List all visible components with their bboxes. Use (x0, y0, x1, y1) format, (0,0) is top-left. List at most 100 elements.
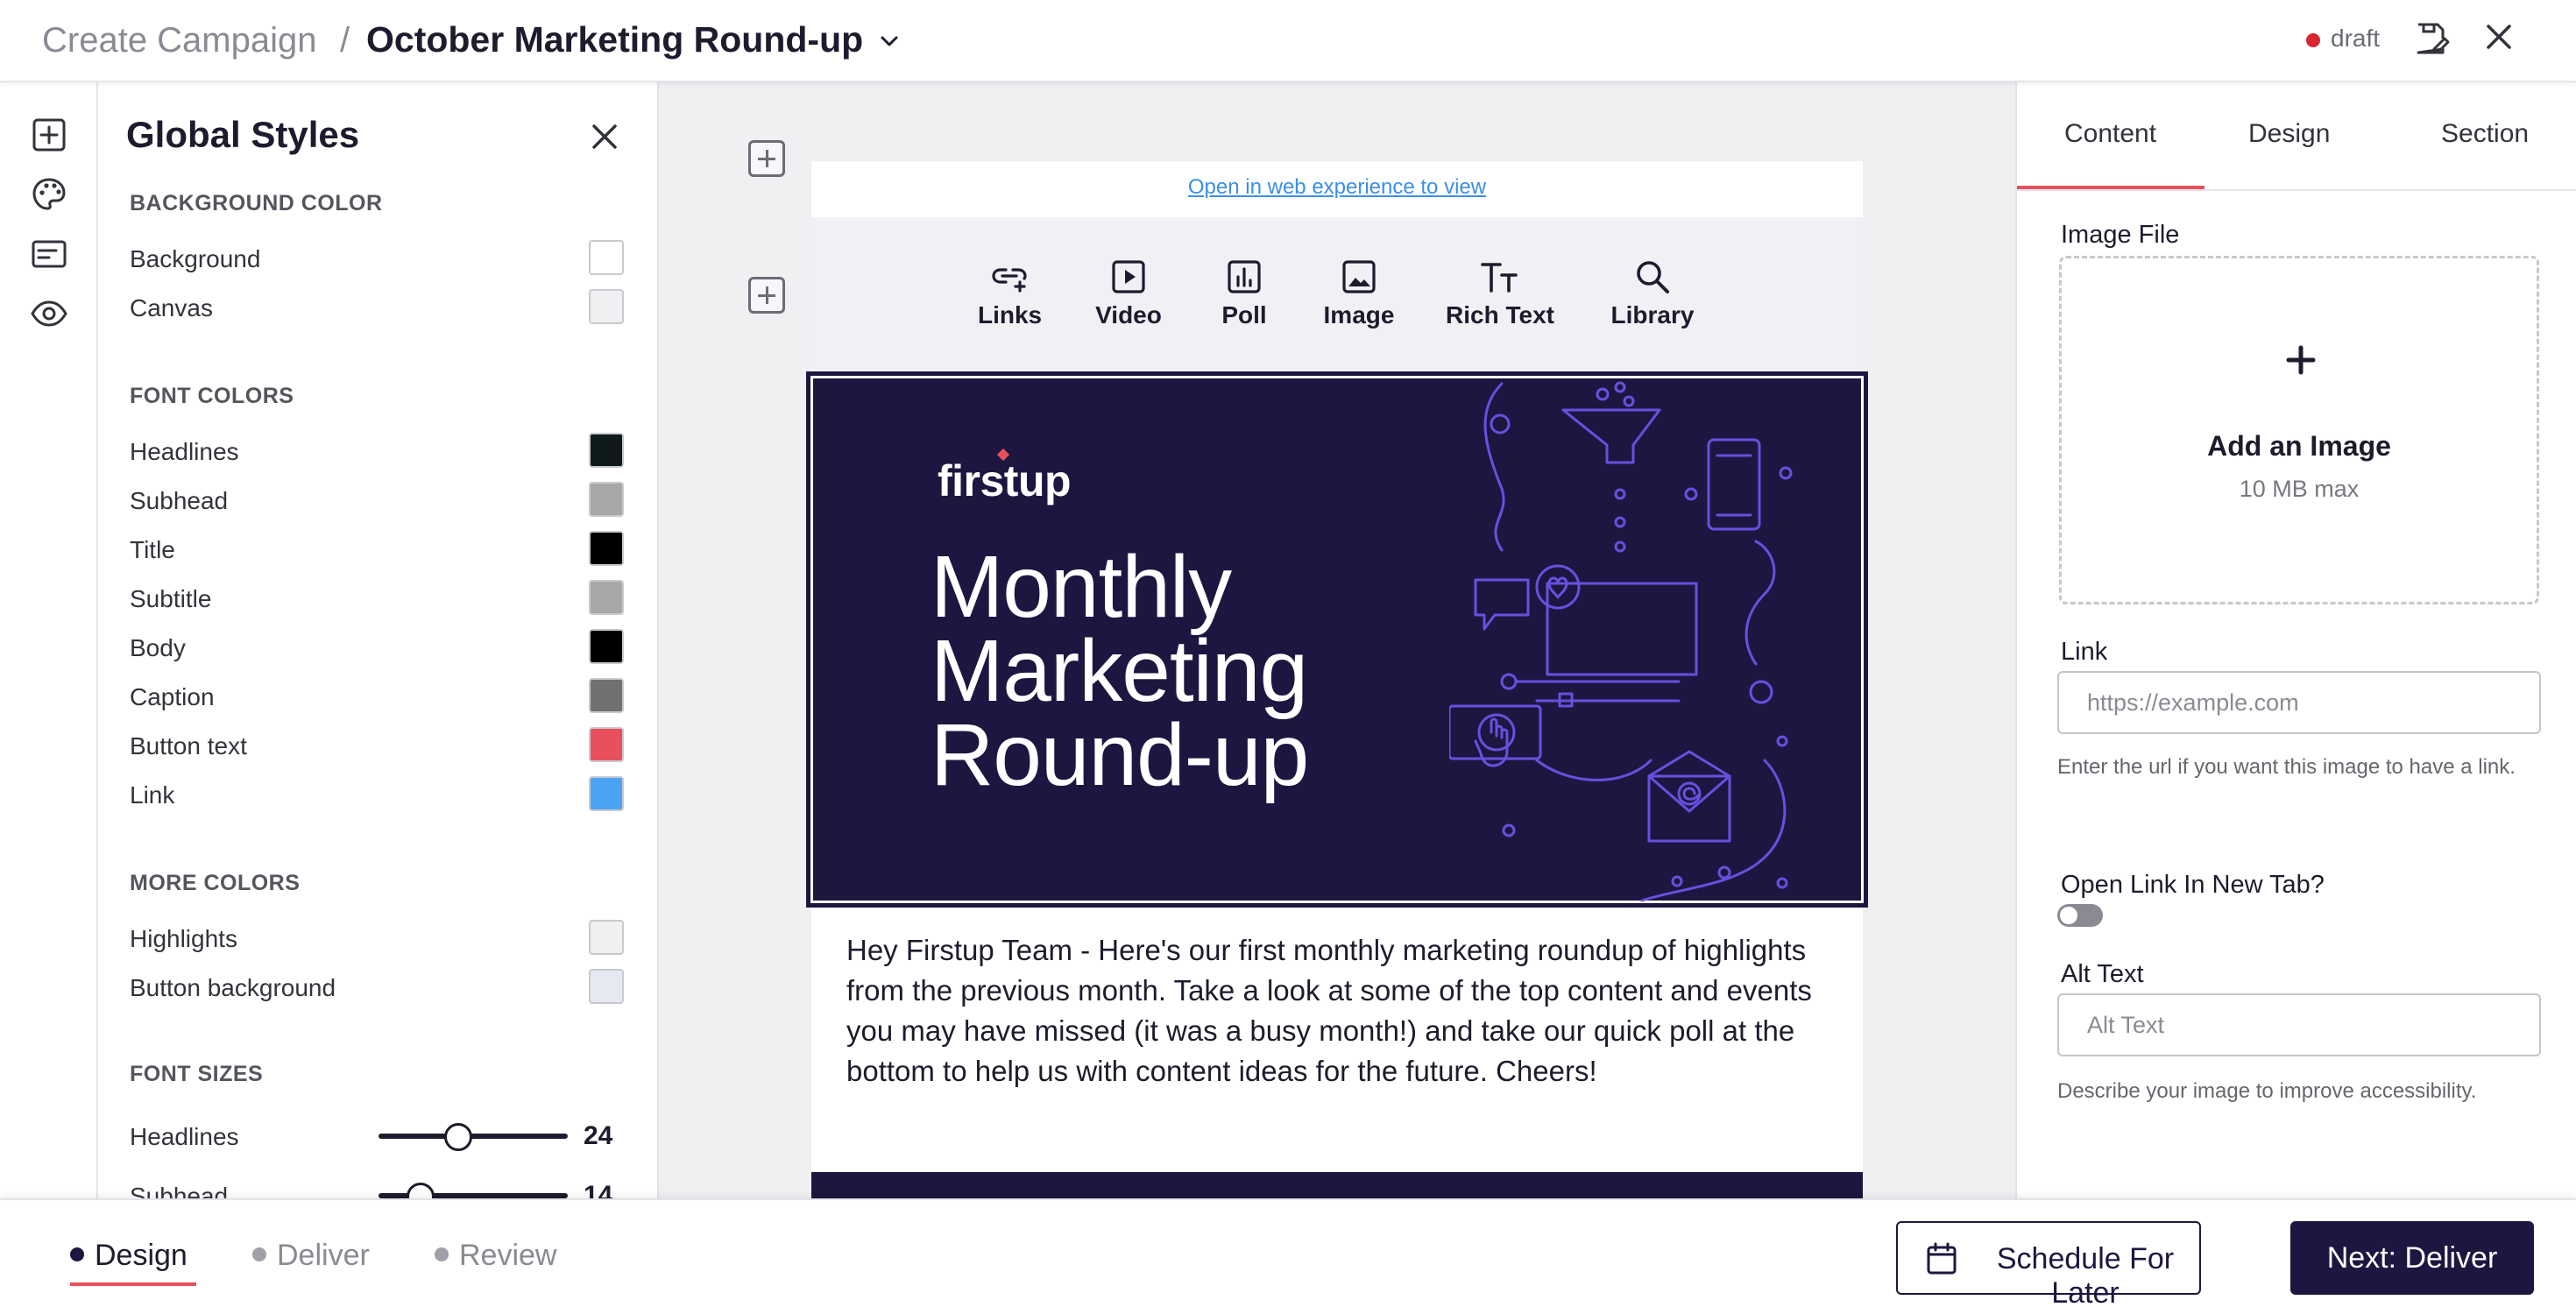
step-label: Deliver (277, 1239, 370, 1272)
block-poll[interactable]: Poll (1221, 256, 1267, 329)
tab-content[interactable]: Content (2064, 119, 2156, 149)
block-video[interactable]: Video (1093, 256, 1164, 329)
add-section-button[interactable] (748, 277, 785, 314)
slider-track[interactable] (379, 1134, 568, 1139)
color-row[interactable]: Link (130, 776, 624, 811)
color-swatch[interactable] (589, 289, 624, 324)
color-swatch[interactable] (589, 678, 624, 713)
color-swatch[interactable] (589, 482, 624, 517)
color-swatch[interactable] (589, 920, 624, 955)
add-block-icon[interactable] (30, 116, 68, 154)
campaign-title[interactable]: October Marketing Round-up (366, 19, 863, 60)
block-image[interactable]: Image (1320, 256, 1398, 329)
section-heading: BACKGROUND COLOR (130, 191, 383, 215)
email-body-text[interactable]: Hey Firstup Team - Here's our first mont… (846, 930, 1828, 1092)
color-row[interactable]: Body (130, 629, 624, 664)
panel-tabs: Content Design Section (2017, 82, 2576, 191)
color-row[interactable]: Highlights (130, 920, 624, 955)
color-label: Button background (130, 974, 336, 1001)
block-rich-text[interactable]: Rich Text (1446, 256, 1554, 329)
editor-canvas: Open in web experience to view Links Vid… (659, 82, 2015, 1198)
preview-eye-icon[interactable] (30, 294, 68, 333)
image-dropzone[interactable]: Add an Image 10 MB max (2059, 256, 2539, 604)
color-swatch[interactable] (589, 776, 624, 811)
color-row[interactable]: Background (130, 240, 624, 275)
step-design[interactable]: Design (70, 1239, 188, 1273)
step-label: Review (459, 1239, 557, 1272)
link-icon (992, 268, 1027, 293)
slider-handle[interactable] (443, 1123, 472, 1151)
max-size-label: 10 MB max (2239, 476, 2360, 502)
color-label: Button text (130, 732, 247, 759)
close-icon[interactable] (2481, 19, 2516, 54)
next-deliver-button[interactable]: Next: Deliver (2290, 1221, 2534, 1295)
color-swatch[interactable] (589, 240, 624, 275)
color-row[interactable]: Caption (130, 678, 624, 713)
color-row[interactable]: Canvas (130, 289, 624, 324)
panel-title: Global Styles (126, 114, 360, 155)
slider-label: Subhead (130, 1183, 229, 1198)
color-label: Headlines (130, 438, 239, 465)
tab-section[interactable]: Section (2441, 119, 2529, 149)
font-size-slider-row[interactable]: Headlines 24 (130, 1116, 624, 1155)
close-icon[interactable] (589, 121, 620, 152)
color-label: Background (130, 245, 261, 272)
link-input[interactable] (2057, 671, 2541, 734)
color-row[interactable]: Subtitle (130, 580, 624, 615)
hero-title-line: Marketing (931, 622, 1308, 720)
rich-text-icon (1481, 263, 1518, 293)
step-review[interactable]: Review (435, 1239, 556, 1273)
block-label: Links (978, 301, 1043, 329)
block-label: Image (1323, 301, 1395, 329)
color-swatch[interactable] (589, 969, 624, 1004)
hero-title-line: Round-up (931, 706, 1309, 804)
color-row[interactable]: Title (130, 531, 624, 566)
alt-text-input[interactable] (2057, 993, 2541, 1056)
color-swatch[interactable] (589, 727, 624, 762)
block-library[interactable]: Library (1610, 256, 1695, 329)
step-label: Design (95, 1239, 188, 1272)
color-row[interactable]: Headlines (130, 433, 624, 468)
color-row[interactable]: Subhead (130, 482, 624, 517)
section-heading: FONT SIZES (130, 1062, 264, 1086)
add-section-button[interactable] (748, 140, 785, 177)
palette-icon[interactable] (30, 175, 68, 214)
hero-image[interactable]: firstup Monthly Marketing Round-up (806, 371, 1868, 908)
block-label: Video (1095, 301, 1162, 329)
logo-text: firstup (938, 456, 1072, 505)
template-icon[interactable] (30, 235, 68, 273)
step-dot (252, 1247, 266, 1262)
color-swatch[interactable] (589, 580, 624, 615)
block-links[interactable]: Links (978, 256, 1043, 329)
add-image-label: Add an Image (2207, 430, 2391, 462)
next-section-preview (811, 1172, 1863, 1198)
color-row[interactable]: Button text (130, 727, 624, 762)
image-file-label: Image File (2061, 221, 2180, 249)
color-swatch[interactable] (589, 433, 624, 468)
block-picker: Links Video Poll Image Rich Text Library (811, 217, 1863, 371)
footer-bar: Design Deliver Review Schedule For Later… (0, 1198, 2576, 1307)
step-dot (70, 1247, 84, 1262)
hero-title: Monthly Marketing Round-up (931, 543, 1309, 804)
color-swatch[interactable] (589, 629, 624, 664)
font-size-slider-row[interactable]: Subhead 14 (130, 1176, 624, 1198)
link-help-text: Enter the url if you want this image to … (2057, 755, 2516, 779)
web-experience-link[interactable]: Open in web experience to view (811, 161, 1863, 217)
new-tab-label: Open Link In New Tab? (2061, 871, 2325, 899)
tab-design[interactable]: Design (2248, 119, 2330, 149)
save-icon[interactable] (2411, 19, 2450, 58)
chevron-down-icon[interactable] (876, 28, 902, 54)
schedule-later-button[interactable]: Schedule For Later (1896, 1221, 2201, 1307)
color-swatch[interactable] (589, 531, 624, 566)
color-row[interactable]: Button background (130, 969, 624, 1004)
properties-panel: Content Design Section Image File Add an… (2015, 82, 2576, 1198)
image-icon (1342, 260, 1376, 293)
plus-icon (2286, 345, 2316, 375)
step-deliver[interactable]: Deliver (252, 1239, 370, 1273)
status-dot (2306, 33, 2320, 47)
slider-handle[interactable] (406, 1183, 435, 1198)
new-tab-toggle[interactable] (2057, 904, 2103, 927)
color-label: Canvas (130, 294, 213, 321)
breadcrumb-parent[interactable]: Create Campaign (42, 21, 317, 60)
brand-logo: firstup (938, 448, 1072, 506)
